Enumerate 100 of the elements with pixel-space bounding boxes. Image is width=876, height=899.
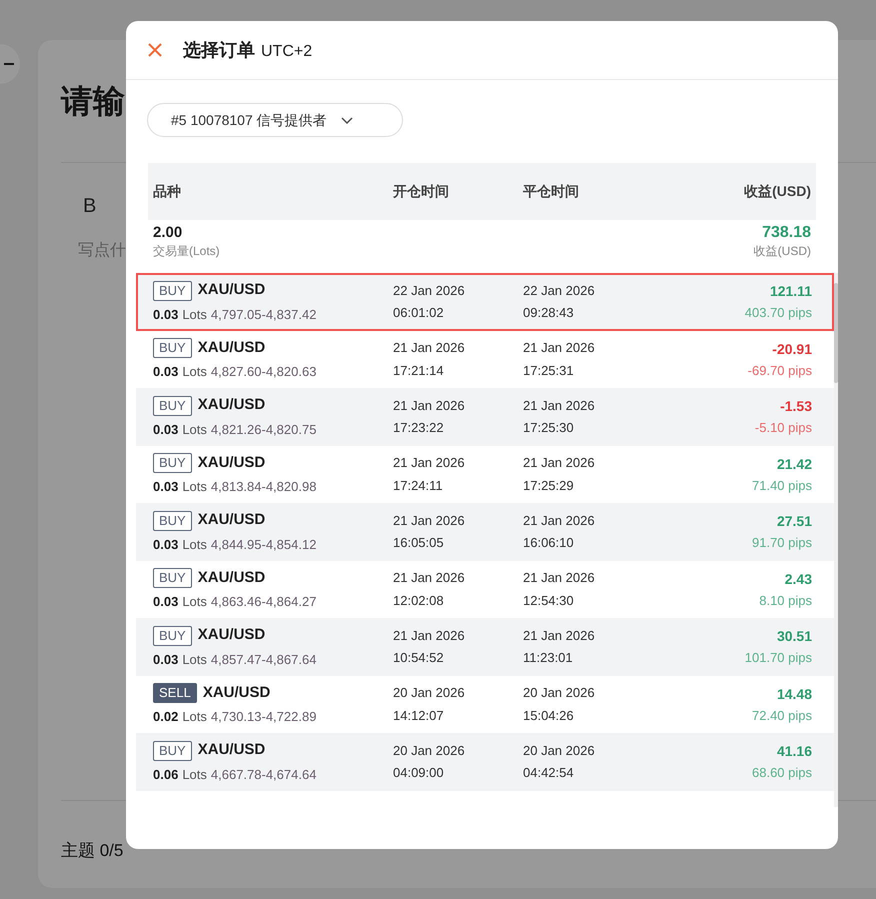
price-range: 4,667.78-4,674.64 — [210, 766, 316, 784]
side-badge: BUY — [153, 568, 192, 588]
order-row[interactable]: BUY XAU/USD 0.03 Lots 4,844.95-4,854.12 21 Jan 2026 16:05:05 21 Jan 2026 16:06:10 27.51 91.70 pips — [136, 503, 834, 560]
timezone: UTC+2 — [261, 42, 312, 62]
profit-value: 27.51 — [776, 512, 812, 531]
lots-value: 0.03 — [153, 306, 178, 324]
close-date: 21 Jan 2026 — [523, 339, 596, 358]
close-date: 20 Jan 2026 — [523, 742, 596, 760]
symbol: XAU/USD — [198, 510, 266, 530]
order-row[interactable]: BUY XAU/USD 0.03 Lots 4,821.26-4,820.75 21 Jan 2026 17:23:22 21 Jan 2026 17:25:30 -1.53 -5.10 pips — [136, 388, 834, 446]
close-time: 09:28:43 — [523, 304, 575, 322]
scrollbar-thumb[interactable] — [834, 283, 838, 383]
close-date: 21 Jan 2026 — [523, 512, 596, 530]
bold-button[interactable]: B — [83, 191, 96, 221]
minus-icon — [4, 63, 14, 65]
open-date: 21 Jan 2026 — [393, 626, 466, 645]
close-date: 21 Jan 2026 — [523, 626, 596, 645]
profit-value: 14.48 — [776, 684, 812, 704]
open-date: 21 Jan 2026 — [393, 512, 466, 530]
lots-unit: Lots — [182, 363, 207, 382]
open-time: 17:23:22 — [393, 419, 445, 438]
price-range: 4,821.26-4,820.75 — [210, 420, 316, 439]
profit-value: 121.11 — [770, 282, 812, 301]
symbol: XAU/USD — [198, 452, 266, 473]
side-badge: BUY — [153, 280, 192, 300]
lots-value: 0.03 — [153, 363, 178, 382]
pips-value: 71.40 pips — [752, 476, 812, 495]
profit-label: 收益(USD) — [754, 243, 811, 260]
pips-value: 101.70 pips — [744, 649, 812, 667]
lots-value: 0.06 — [153, 766, 178, 784]
symbol: XAU/USD — [202, 682, 270, 703]
open-date: 22 Jan 2026 — [393, 282, 466, 300]
open-date: 20 Jan 2026 — [393, 742, 466, 760]
close-date: 21 Jan 2026 — [523, 569, 596, 588]
close-time: 16:06:10 — [523, 534, 575, 552]
order-row[interactable]: BUY XAU/USD 0.03 Lots 4,797.05-4,837.42 22 Jan 2026 06:01:02 22 Jan 2026 09:28:43 121.11 403.70 pips — [136, 273, 834, 330]
open-date: 21 Jan 2026 — [393, 396, 466, 415]
lots-unit: Lots — [182, 536, 207, 554]
close-time: 17:25:31 — [523, 362, 575, 380]
price-range: 4,813.84-4,820.98 — [210, 478, 316, 496]
dialog-title: 选择订单 — [183, 38, 255, 62]
open-time: 06:01:02 — [393, 304, 445, 322]
side-badge: BUY — [153, 453, 192, 473]
topic-label: 主题 0/5 — [61, 840, 124, 862]
profit-value: 2.43 — [784, 570, 812, 588]
close-time: 12:54:30 — [523, 592, 575, 610]
close-date: 22 Jan 2026 — [523, 282, 596, 300]
side-badge: BUY — [153, 740, 192, 760]
symbol: XAU/USD — [198, 740, 266, 760]
close-date: 21 Jan 2026 — [523, 454, 596, 472]
total-volume: 2.00 — [153, 224, 184, 242]
symbol: XAU/USD — [198, 395, 266, 416]
profit-value: 21.42 — [776, 454, 812, 474]
chevron-down-icon — [340, 116, 353, 124]
close-time: 04:42:54 — [523, 764, 575, 782]
price-range: 4,827.60-4,820.63 — [210, 363, 316, 382]
title-input[interactable]: 请输 — [61, 77, 125, 125]
lots-unit: Lots — [182, 593, 207, 612]
price-range: 4,730.13-4,722.89 — [210, 708, 316, 726]
symbol: XAU/USD — [198, 625, 266, 646]
profit-value: -20.91 — [772, 340, 812, 358]
open-time: 10:54:52 — [393, 649, 445, 668]
account-dropdown[interactable]: #5 10078107 信号提供者 — [147, 103, 403, 137]
symbol: XAU/USD — [198, 568, 266, 588]
lots-value: 0.02 — [153, 708, 178, 726]
lots-value: 0.03 — [153, 420, 178, 439]
lots-unit: Lots — [182, 650, 207, 669]
lots-unit: Lots — [182, 708, 207, 726]
close-time: 11:23:01 — [523, 649, 574, 668]
close-icon[interactable] — [147, 42, 163, 58]
column-header: 平仓时间 — [523, 182, 580, 201]
price-range: 4,863.46-4,864.27 — [210, 593, 316, 612]
lots-unit: Lots — [182, 420, 207, 439]
column-header: 品种 — [153, 182, 182, 201]
pips-value: 72.40 pips — [752, 706, 812, 725]
lots-value: 0.03 — [153, 536, 178, 554]
price-range: 4,844.95-4,854.12 — [210, 536, 316, 554]
symbol: XAU/USD — [198, 338, 266, 358]
pips-value: 8.10 pips — [759, 592, 812, 610]
close-time: 17:25:29 — [523, 476, 575, 495]
price-range: 4,857.47-4,867.64 — [210, 650, 316, 669]
open-time: 17:21:14 — [393, 362, 445, 380]
open-time: 04:09:00 — [393, 764, 445, 782]
pips-value: 68.60 pips — [752, 764, 812, 782]
symbol: XAU/USD — [198, 280, 266, 300]
open-time: 14:12:07 — [393, 706, 445, 725]
pips-value: 91.70 pips — [752, 534, 812, 552]
scrollbar-track[interactable] — [834, 273, 838, 807]
total-profit: 738.18 — [762, 224, 811, 242]
open-time: 12:02:08 — [393, 592, 445, 610]
close-date: 20 Jan 2026 — [523, 684, 596, 702]
pips-value: 403.70 pips — [744, 304, 812, 322]
open-time: 17:24:11 — [393, 476, 444, 495]
side-badge: BUY — [153, 396, 192, 416]
order-row[interactable]: BUY XAU/USD 0.06 Lots 4,667.78-4,674.64 20 Jan 2026 04:09:00 20 Jan 2026 04:42:54 41.16 68.60 pips — [136, 733, 834, 790]
pips-value: -69.70 pips — [748, 362, 812, 380]
open-date: 21 Jan 2026 — [393, 569, 466, 588]
order-row[interactable]: BUY XAU/USD 0.03 Lots 4,857.47-4,867.64 21 Jan 2026 10:54:52 21 Jan 2026 11:23:01 30.51 101.70 pips — [136, 618, 834, 676]
close-time: 15:04:26 — [523, 706, 575, 725]
side-badge: BUY — [153, 626, 192, 646]
